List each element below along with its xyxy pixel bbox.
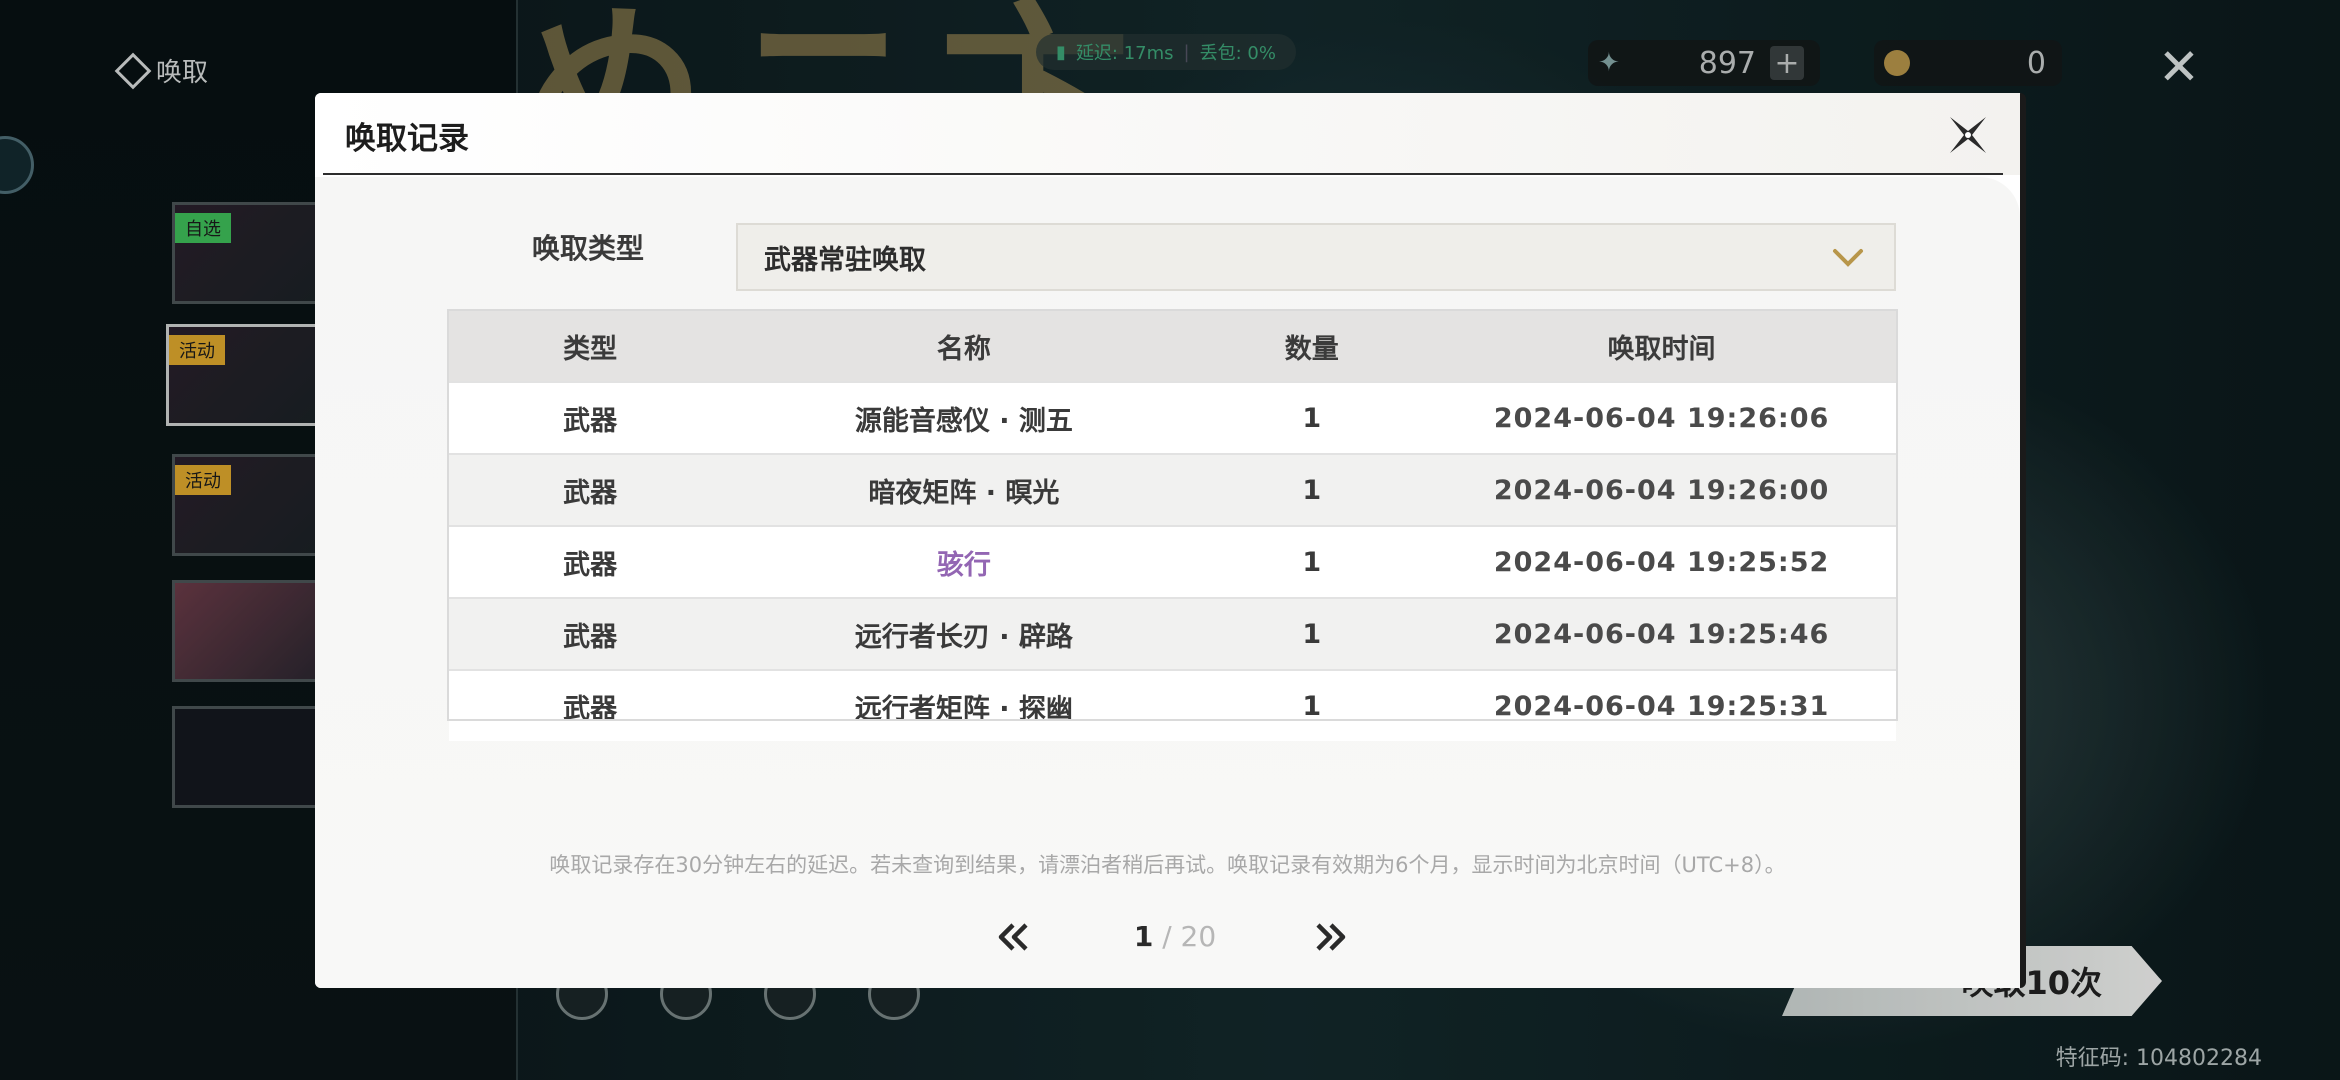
- cell-quantity: 1: [1196, 381, 1428, 454]
- cell-name: 源能音感仪 · 测五: [731, 381, 1197, 454]
- cell-quantity: 1: [1196, 597, 1428, 670]
- cell-type: 武器: [449, 381, 732, 454]
- current-page: 1: [1133, 920, 1154, 953]
- table-row: 武器 远行者长刃 · 辟路 1 2024-06-04 19:25:46: [449, 597, 1896, 670]
- dialog-header: 唤取记录: [315, 93, 2020, 175]
- header-type: 类型: [449, 311, 732, 382]
- header-quantity: 数量: [1196, 311, 1428, 382]
- cell-name: 远行者矩阵 · 探幽: [731, 669, 1197, 741]
- dialog-title: 唤取记录: [345, 121, 469, 157]
- page-indicator: 1 / 20: [1095, 920, 1255, 953]
- history-notice: 唤取记录存在30分钟左右的延迟。若未查询到结果，请漂泊者稍后再试。唤取记录有效期…: [549, 853, 1786, 877]
- cell-name: 远行者长刃 · 辟路: [731, 597, 1197, 670]
- records-table: 类型 名称 数量 唤取时间 武器 源能音感仪 · 测五 1 2024-06-04…: [449, 311, 1896, 741]
- table-row: 武器 远行者矩阵 · 探幽 1 2024-06-04 19:25:31: [449, 669, 1896, 741]
- cell-quantity: 1: [1196, 669, 1428, 741]
- table-row: 武器 骇行 1 2024-06-04 19:25:52: [449, 525, 1896, 598]
- cell-name: 骇行: [731, 525, 1197, 598]
- previous-page-icon[interactable]: [993, 920, 1033, 954]
- convene-type-label: 唤取类型: [532, 232, 645, 265]
- dialog-body: 唤取类型 武器常驻唤取 类型 名称 数量 唤取时间 武器 源能音感仪 · 测五: [315, 177, 2020, 988]
- cell-type: 武器: [449, 525, 732, 598]
- cell-name: 暗夜矩阵 · 暝光: [731, 453, 1197, 526]
- cell-quantity: 1: [1196, 525, 1428, 598]
- pagination: 1 / 20: [315, 912, 2020, 962]
- table-row: 武器 源能音感仪 · 测五 1 2024-06-04 19:26:06: [449, 381, 1896, 454]
- header-time: 唤取时间: [1427, 311, 1896, 382]
- cell-type: 武器: [449, 669, 732, 741]
- page-separator: /: [1153, 920, 1181, 953]
- total-pages: 20: [1180, 920, 1217, 953]
- cell-time: 2024-06-04 19:25:46: [1427, 597, 1896, 670]
- next-page-icon[interactable]: [1311, 920, 1351, 954]
- header-divider: [323, 173, 2003, 175]
- cell-type: 武器: [449, 597, 732, 670]
- cell-time: 2024-06-04 19:26:06: [1427, 381, 1896, 454]
- convene-type-value: 武器常驻唤取: [764, 244, 926, 276]
- table-header-row: 类型 名称 数量 唤取时间: [449, 311, 1896, 382]
- cell-quantity: 1: [1196, 453, 1428, 526]
- chevron-down-icon: [1833, 249, 1863, 267]
- cell-time: 2024-06-04 19:25:52: [1427, 525, 1896, 598]
- convene-history-dialog: 唤取记录 唤取类型 武器常驻唤取 类型 名称 数量 唤取时间 武器 源能音感仪 …: [315, 93, 2026, 988]
- header-name: 名称: [731, 311, 1197, 382]
- cell-time: 2024-06-04 19:25:31: [1427, 669, 1896, 741]
- cell-time: 2024-06-04 19:26:00: [1427, 453, 1896, 526]
- convene-type-dropdown[interactable]: 武器常驻唤取: [736, 223, 1896, 291]
- close-icon[interactable]: [1940, 107, 1996, 163]
- cell-type: 武器: [449, 453, 732, 526]
- table-row: 武器 暗夜矩阵 · 暝光 1 2024-06-04 19:26:00: [449, 453, 1896, 526]
